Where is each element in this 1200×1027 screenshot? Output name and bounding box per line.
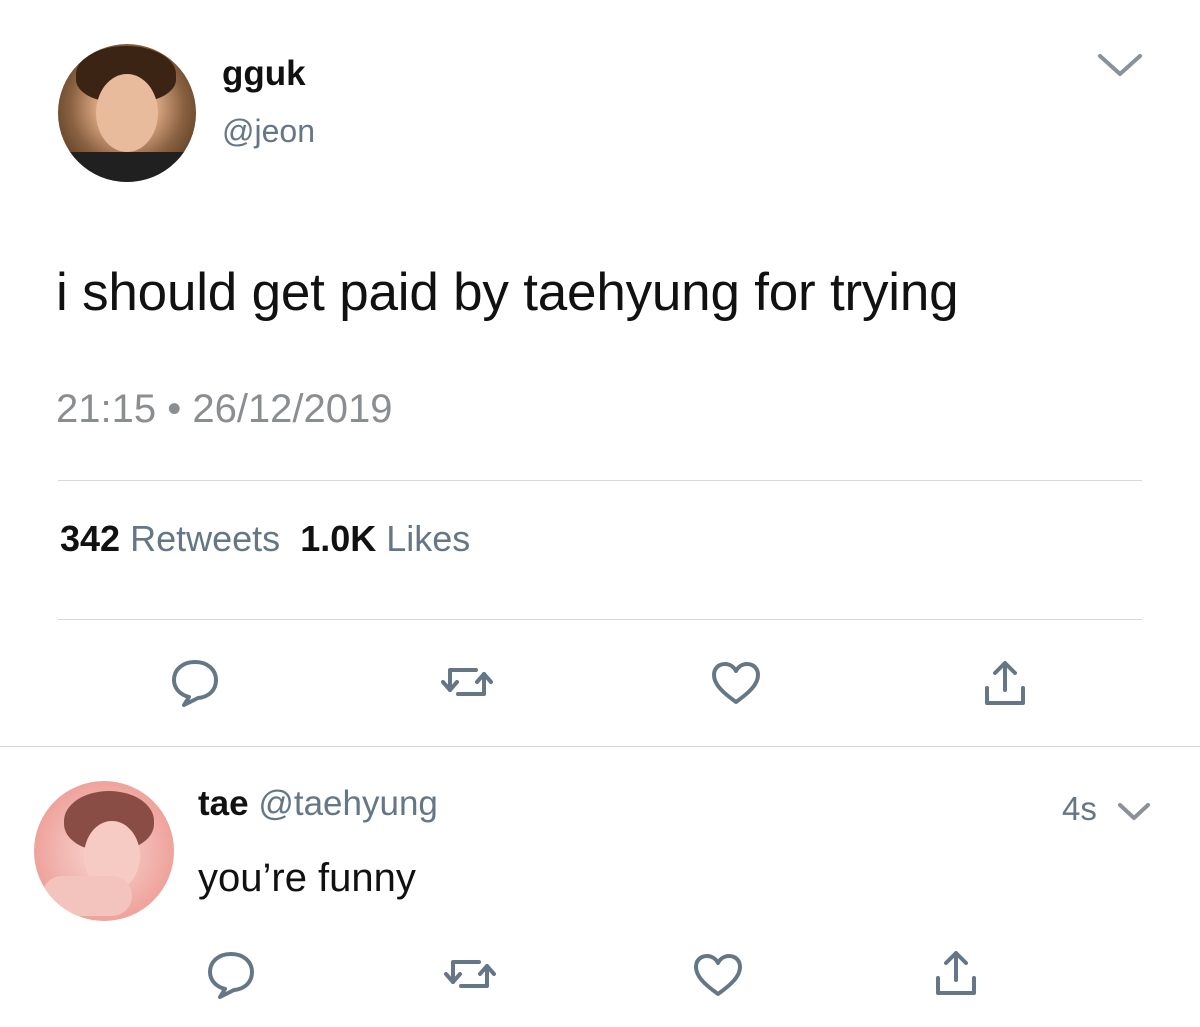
retweets-count[interactable]: 342: [60, 518, 120, 559]
engagement-stats: 342 Retweets 1.0K Likes: [60, 518, 470, 560]
handle[interactable]: @jeon: [222, 113, 315, 150]
like-icon[interactable]: [710, 660, 762, 706]
divider: [58, 480, 1142, 481]
avatar[interactable]: [58, 44, 196, 182]
reply-icon[interactable]: [204, 948, 258, 1000]
display-name[interactable]: gguk: [222, 54, 306, 94]
reply-header: tae @taehyung: [198, 784, 438, 824]
retweet-icon[interactable]: [440, 660, 494, 704]
tweet-text: i should get paid by taehyung for trying: [56, 263, 959, 322]
reply-text: you’re funny: [198, 856, 416, 900]
likes-label[interactable]: Likes: [386, 518, 470, 559]
display-name[interactable]: tae: [198, 784, 249, 823]
share-icon[interactable]: [982, 660, 1028, 708]
divider: [0, 746, 1200, 747]
chevron-down-icon[interactable]: [1096, 50, 1144, 80]
reply-time: 4s: [1062, 790, 1097, 827]
retweet-icon[interactable]: [443, 952, 497, 996]
likes-count[interactable]: 1.0K: [300, 518, 376, 559]
handle[interactable]: @taehyung: [258, 784, 438, 823]
chevron-down-icon[interactable]: [1116, 800, 1152, 824]
timestamp[interactable]: 21:15 • 26/12/2019: [56, 387, 393, 432]
divider: [58, 619, 1142, 620]
retweets-label[interactable]: Retweets: [130, 518, 280, 559]
share-icon[interactable]: [933, 950, 979, 998]
reply-icon[interactable]: [168, 656, 222, 708]
like-icon[interactable]: [692, 952, 744, 998]
avatar[interactable]: [34, 781, 174, 921]
